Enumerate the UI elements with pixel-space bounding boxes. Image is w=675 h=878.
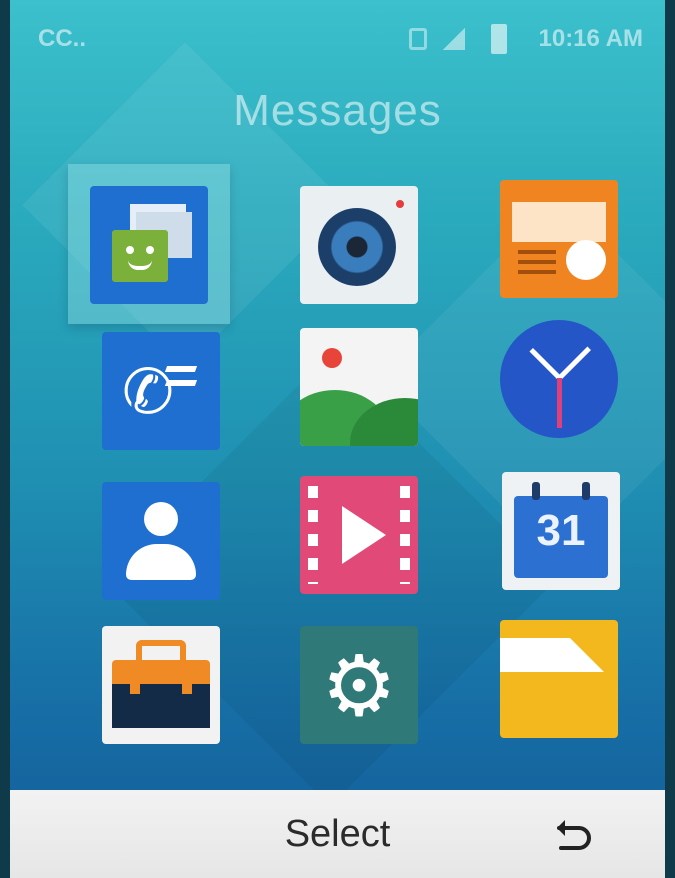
battery-icon bbox=[490, 24, 507, 54]
tools-icon bbox=[102, 626, 220, 744]
app-files[interactable] bbox=[500, 620, 618, 738]
settings-icon: ⚙ bbox=[300, 626, 418, 744]
gallery-icon bbox=[300, 328, 418, 446]
clock-icon bbox=[500, 320, 618, 438]
app-radio[interactable] bbox=[500, 180, 618, 298]
app-camera[interactable] bbox=[300, 186, 418, 304]
video-icon bbox=[300, 476, 418, 594]
signal-icon bbox=[442, 28, 465, 50]
softkey-bar: Select bbox=[10, 790, 665, 878]
select-softkey[interactable]: Select bbox=[285, 813, 391, 856]
status-time: 10:16 AM bbox=[538, 25, 643, 52]
status-indicators: 10:16 AM bbox=[408, 24, 643, 54]
back-icon[interactable] bbox=[551, 812, 595, 856]
status-bar: CC.. 10:16 AM bbox=[10, 0, 665, 78]
call-log-icon: ✆ bbox=[102, 332, 220, 450]
app-video[interactable] bbox=[300, 476, 418, 594]
app-settings[interactable]: ⚙ bbox=[300, 626, 418, 744]
app-contacts[interactable] bbox=[102, 482, 220, 600]
files-icon bbox=[500, 620, 618, 738]
contacts-icon bbox=[102, 482, 220, 600]
sim-icon bbox=[408, 28, 427, 50]
app-call-log[interactable]: ✆ bbox=[102, 332, 220, 450]
focused-app-title: Messages bbox=[233, 86, 442, 135]
app-calendar[interactable]: 31 bbox=[502, 472, 620, 590]
calendar-icon: 31 bbox=[502, 472, 620, 590]
app-messages[interactable] bbox=[68, 164, 230, 324]
app-clock[interactable] bbox=[500, 320, 618, 438]
messages-icon bbox=[90, 186, 208, 304]
calendar-date: 31 bbox=[536, 506, 586, 555]
phone-screen: CC.. 10:16 AM Messages ✆ 31 ⚙ Select bbox=[10, 0, 665, 878]
app-tools[interactable] bbox=[102, 626, 220, 744]
app-grid: ✆ 31 ⚙ bbox=[68, 164, 620, 750]
camera-icon bbox=[300, 186, 418, 304]
app-gallery[interactable] bbox=[300, 328, 418, 446]
carrier-name: CC.. bbox=[38, 25, 86, 52]
radio-icon bbox=[500, 180, 618, 298]
